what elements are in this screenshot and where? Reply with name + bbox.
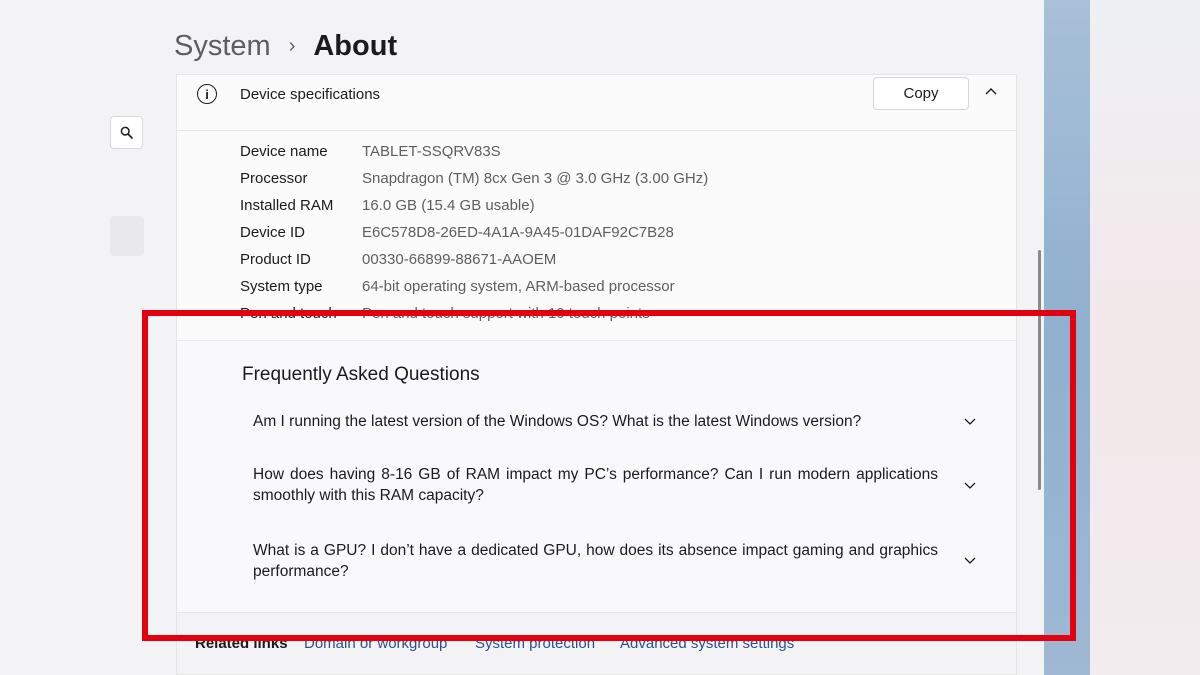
spec-value: 00330-66899-88671-AAOEM: [362, 251, 557, 268]
spec-label: Installed RAM: [240, 197, 334, 214]
info-icon: i: [197, 84, 217, 104]
search-icon: [120, 126, 133, 139]
spec-label: System type: [240, 278, 323, 295]
faq-section: Frequently Asked Questions Am I running …: [176, 340, 1017, 612]
copy-button[interactable]: Copy: [873, 77, 969, 110]
spec-value: Snapdragon (TM) 8cx Gen 3 @ 3.0 GHz (3.0…: [362, 170, 709, 187]
spec-row-installed-ram: Installed RAM 16.0 GB (15.4 GB usable): [240, 197, 708, 224]
chevron-up-icon[interactable]: [983, 83, 999, 99]
spec-list: Device name TABLET-SSQRV83S Processor Sn…: [240, 143, 708, 332]
spec-label: Device ID: [240, 224, 306, 241]
nav-selected-item[interactable]: [110, 216, 144, 256]
spec-label: Product ID: [240, 251, 311, 268]
background-right: [1090, 0, 1200, 675]
spec-row-processor: Processor Snapdragon (TM) 8cx Gen 3 @ 3.…: [240, 170, 708, 197]
device-specifications-card: i Device specifications Copy Device name…: [176, 74, 1017, 344]
spec-row-device-id: Device ID E6C578D8-26ED-4A1A-9A45-01DAF9…: [240, 224, 708, 251]
faq-question: What is a GPU? I don’t have a dedicated …: [253, 542, 938, 580]
device-specifications-header[interactable]: i Device specifications Copy: [177, 75, 1016, 131]
spec-label: Pen and touch: [240, 305, 337, 322]
spec-label: Processor: [240, 170, 308, 187]
faq-title: Frequently Asked Questions: [242, 364, 480, 385]
search-button[interactable]: [110, 116, 143, 149]
spec-row-device-name: Device name TABLET-SSQRV83S: [240, 143, 708, 170]
breadcrumb: System › About: [174, 26, 397, 66]
spec-value: 16.0 GB (15.4 GB usable): [362, 197, 535, 214]
faq-item[interactable]: What is a GPU? I don’t have a dedicated …: [253, 540, 973, 582]
page-title: About: [313, 29, 398, 62]
spec-value: Pen and touch support with 10 touch poin…: [362, 305, 650, 322]
faq-item[interactable]: How does having 8-16 GB of RAM impact my…: [253, 464, 973, 506]
related-links-bar: Related links Domain or workgroup System…: [176, 612, 1017, 675]
link-advanced-system-settings[interactable]: Advanced system settings: [620, 635, 794, 652]
chevron-down-icon[interactable]: [963, 478, 977, 492]
spec-row-pen-and-touch: Pen and touch Pen and touch support with…: [240, 305, 708, 332]
device-specifications-title: Device specifications: [240, 86, 381, 103]
spec-value: E6C578D8-26ED-4A1A-9A45-01DAF92C7B28: [362, 224, 674, 241]
spec-value: 64-bit operating system, ARM-based proce…: [362, 278, 675, 295]
related-links-label: Related links: [195, 635, 288, 652]
spec-row-product-id: Product ID 00330-66899-88671-AAOEM: [240, 251, 708, 278]
faq-item[interactable]: Am I running the latest version of the W…: [253, 411, 973, 432]
faq-question: How does having 8-16 GB of RAM impact my…: [253, 466, 938, 504]
spec-value: TABLET-SSQRV83S: [362, 143, 501, 160]
spec-label: Device name: [240, 143, 328, 160]
link-domain-or-workgroup[interactable]: Domain or workgroup: [304, 635, 447, 652]
faq-question: Am I running the latest version of the W…: [253, 413, 862, 430]
scrollbar[interactable]: [1038, 250, 1041, 490]
breadcrumb-separator: ›: [288, 34, 296, 57]
breadcrumb-system[interactable]: System: [174, 30, 271, 63]
link-system-protection[interactable]: System protection: [475, 635, 595, 652]
spec-row-system-type: System type 64-bit operating system, ARM…: [240, 278, 708, 305]
settings-window: System › About i Device specifications C…: [0, 0, 1044, 675]
chevron-down-icon[interactable]: [963, 553, 977, 567]
chevron-down-icon[interactable]: [963, 414, 977, 428]
background-right-desktop: [1044, 0, 1090, 675]
